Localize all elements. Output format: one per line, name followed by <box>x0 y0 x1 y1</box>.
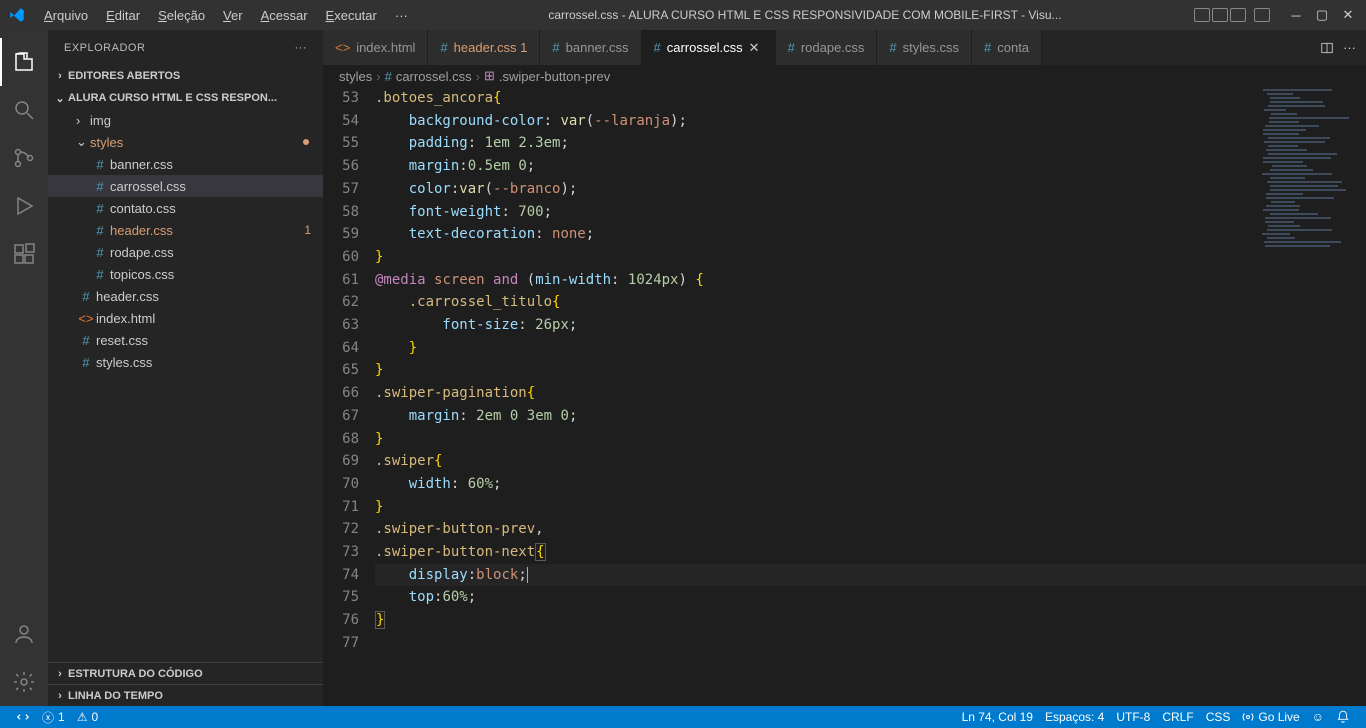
tree-item[interactable]: #rodape.css <box>48 241 323 263</box>
activitybar <box>0 30 48 706</box>
outline-section[interactable]: ›ESTRUTURA DO CÓDIGO <box>48 662 323 684</box>
titlebar-controls: ─ ▢ ✕ <box>1194 7 1358 23</box>
menu-···[interactable]: ··· <box>387 8 416 23</box>
menu-arquivo[interactable]: Arquivo <box>36 8 96 23</box>
file-tree: ›img⌄styles#banner.css#carrossel.css#con… <box>48 109 323 373</box>
account-icon[interactable] <box>0 610 48 658</box>
tree-item[interactable]: #reset.css <box>48 329 323 351</box>
editor-tabs: <>index.html#header.css 1#banner.css#car… <box>323 30 1366 65</box>
debug-icon[interactable] <box>0 182 48 230</box>
extensions-icon[interactable] <box>0 230 48 278</box>
timeline-section[interactable]: ›LINHA DO TEMPO <box>48 684 323 706</box>
code[interactable]: .botoes_ancora{ background-color: var(--… <box>375 87 1366 706</box>
split-icon[interactable] <box>1319 41 1335 55</box>
layout-icon[interactable] <box>1230 8 1246 22</box>
menubar: ArquivoEditarSeleçãoVerAcessarExecutar··… <box>36 8 416 23</box>
minimap[interactable] <box>1262 89 1352 289</box>
tree-item[interactable]: #header.css <box>48 285 323 307</box>
remote-icon[interactable] <box>10 710 36 724</box>
tree-item[interactable]: ›img <box>48 109 323 131</box>
sidebar: EXPLORADOR ··· ›EDITORES ABERTOS ⌄ALURA … <box>48 30 323 706</box>
menu-executar[interactable]: Executar <box>318 8 385 23</box>
tree-item[interactable]: #carrossel.css <box>48 175 323 197</box>
menu-seleção[interactable]: Seleção <box>150 8 213 23</box>
tab[interactable]: #conta <box>972 30 1042 65</box>
breadcrumbs[interactable]: styles› #carrossel.css› ⊞.swiper-button-… <box>323 65 1366 87</box>
errors-status[interactable]: ⓧ 1 <box>36 709 71 726</box>
tree-item[interactable]: ⌄styles <box>48 131 323 153</box>
tab[interactable]: <>index.html <box>323 30 428 65</box>
language-status[interactable]: CSS <box>1200 710 1237 724</box>
open-editors-section[interactable]: ›EDITORES ABERTOS <box>48 65 323 87</box>
cursor-position[interactable]: Ln 74, Col 19 <box>956 710 1039 724</box>
menu-acessar[interactable]: Acessar <box>253 8 316 23</box>
eol-status[interactable]: CRLF <box>1156 710 1199 724</box>
tab[interactable]: #carrossel.css✕ <box>642 30 776 65</box>
tab[interactable]: #banner.css <box>540 30 641 65</box>
feedback-icon[interactable]: ☺ <box>1306 710 1330 724</box>
golive-status[interactable]: Go Live <box>1236 710 1305 724</box>
gutter: 5354555657585960616263646566676869707172… <box>323 87 375 706</box>
more-icon[interactable]: ··· <box>295 42 308 54</box>
tree-item[interactable]: #header.css1 <box>48 219 323 241</box>
minimize-icon[interactable]: ─ <box>1286 8 1306 23</box>
search-icon[interactable] <box>0 86 48 134</box>
sidebar-header: EXPLORADOR ··· <box>48 30 323 65</box>
tree-item[interactable]: #topicos.css <box>48 263 323 285</box>
tree-item[interactable]: #contato.css <box>48 197 323 219</box>
encoding-status[interactable]: UTF-8 <box>1110 710 1156 724</box>
tab[interactable]: #header.css 1 <box>428 30 540 65</box>
titlebar: ArquivoEditarSeleçãoVerAcessarExecutar··… <box>0 0 1366 30</box>
code-area[interactable]: 5354555657585960616263646566676869707172… <box>323 87 1366 706</box>
layout-icon[interactable] <box>1194 8 1210 22</box>
bell-icon[interactable] <box>1330 710 1356 724</box>
more-icon[interactable]: ··· <box>1343 40 1356 55</box>
editor: <>index.html#header.css 1#banner.css#car… <box>323 30 1366 706</box>
tab[interactable]: #styles.css <box>877 30 972 65</box>
layout-icon[interactable] <box>1212 8 1228 22</box>
settings-icon[interactable] <box>0 658 48 706</box>
explorer-icon[interactable] <box>0 38 48 86</box>
tree-item[interactable]: #styles.css <box>48 351 323 373</box>
vscode-logo-icon <box>8 6 26 24</box>
statusbar: ⓧ 1 ⚠ 0 Ln 74, Col 19 Espaços: 4 UTF-8 C… <box>0 706 1366 728</box>
folder-section[interactable]: ⌄ALURA CURSO HTML E CSS RESPON... <box>48 87 323 109</box>
warnings-status[interactable]: ⚠ 0 <box>71 710 104 724</box>
tab[interactable]: #rodape.css <box>776 30 878 65</box>
menu-ver[interactable]: Ver <box>215 8 251 23</box>
layout-icon[interactable] <box>1254 8 1270 22</box>
source-control-icon[interactable] <box>0 134 48 182</box>
close-icon[interactable]: ✕ <box>1338 7 1358 23</box>
window-title: carrossel.css - ALURA CURSO HTML E CSS R… <box>416 8 1194 22</box>
indent-status[interactable]: Espaços: 4 <box>1039 710 1110 724</box>
tree-item[interactable]: <>index.html <box>48 307 323 329</box>
close-icon[interactable]: ✕ <box>749 40 763 56</box>
tree-item[interactable]: #banner.css <box>48 153 323 175</box>
menu-editar[interactable]: Editar <box>98 8 148 23</box>
maximize-icon[interactable]: ▢ <box>1312 7 1332 23</box>
